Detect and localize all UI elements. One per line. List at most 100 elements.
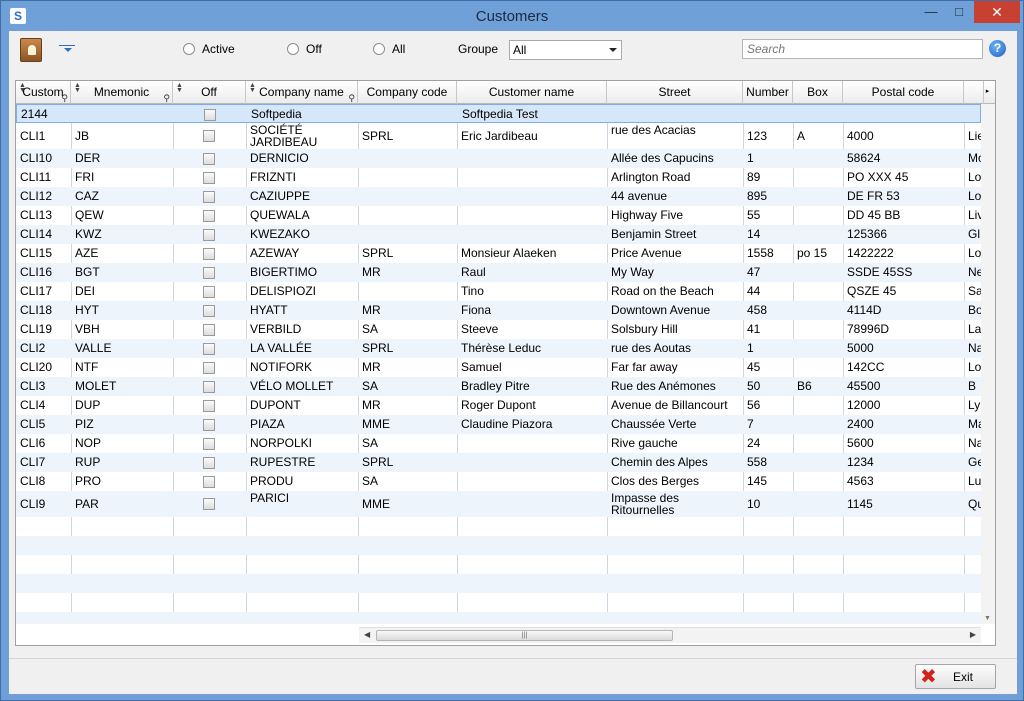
table-row[interactable]: CLI8 PRO PRODU SA Clos des Berges 145 4563 Lu — [16, 472, 981, 491]
off-checkbox[interactable] — [203, 267, 215, 279]
off-checkbox[interactable] — [203, 343, 215, 355]
sort-arrows-icon[interactable]: ▲ ▼ — [249, 82, 256, 94]
exit-label: Exit — [953, 670, 974, 684]
scroll-columns-right-icon[interactable]: ▸ — [980, 82, 995, 102]
off-checkbox[interactable] — [203, 229, 215, 241]
table-row[interactable]: CLI14 KWZ KWEZAKO Benjamin Street 14 125366 Gl — [16, 225, 981, 244]
column-header-postal-code[interactable]: Postal code — [843, 81, 964, 104]
table-row[interactable]: CLI17 DEI DELISPIOZI Tino Road on the Beach 4… — [16, 282, 981, 301]
filter-off-label: Off — [306, 42, 322, 56]
groupe-select[interactable]: All — [509, 40, 622, 60]
table-cell-number: 55 — [747, 208, 761, 222]
vertical-scrollbar[interactable]: ▼ — [981, 104, 995, 624]
column-header-customer-name[interactable]: Customer name — [457, 81, 607, 104]
maximize-button[interactable]: □ — [945, 1, 973, 23]
exit-button[interactable]: ✖ Exit — [915, 664, 996, 689]
radio-circle[interactable] — [183, 43, 195, 55]
table-cell-mnemonic: DUP — [75, 398, 101, 412]
off-checkbox[interactable] — [203, 153, 215, 165]
table-cell-postal-code: 45500 — [847, 379, 881, 393]
table-cell-customer-name: Eric Jardibeau — [461, 129, 538, 143]
table-row[interactable]: CLI13 QEW QUEWALA Highway Five 55 DD 45 BB Liv — [16, 206, 981, 225]
vertical-scroll-track[interactable] — [983, 106, 994, 622]
column-header-off[interactable]: Off ▲ ▼ — [173, 81, 246, 104]
filter-off-radio[interactable]: Off — [287, 41, 322, 57]
column-search-icon[interactable]: ⚲ — [163, 94, 170, 103]
close-button[interactable]: ✕ — [974, 1, 1020, 23]
table-cell-number: 145 — [747, 474, 768, 488]
table-row[interactable]: CLI19 VBH VERBILD SA Steeve Solsbury Hill 41 78… — [16, 320, 981, 339]
table-row[interactable]: CLI9 PAR PARICI MME Impasse des Ritournelles… — [16, 491, 981, 517]
radio-circle[interactable] — [373, 43, 385, 55]
horizontal-scroll-thumb[interactable]: ||| — [376, 630, 673, 641]
table-row[interactable]: CLI4 DUP DUPONT MR Roger Dupont Avenue de Bil… — [16, 396, 981, 415]
table-cell-street: Allée des Capucins — [611, 151, 714, 165]
table-row[interactable]: CLI7 RUP RUPESTRE SPRL Chemin des Alpes 558 12… — [16, 453, 981, 472]
off-checkbox[interactable] — [203, 457, 215, 469]
column-header-box[interactable]: Box — [793, 81, 843, 104]
off-checkbox[interactable] — [204, 109, 216, 121]
off-checkbox[interactable] — [203, 130, 215, 142]
table-cell-street: Arlington Road — [611, 170, 691, 184]
off-checkbox[interactable] — [203, 305, 215, 317]
table-row[interactable]: CLI1 JB SOCIÉTÉ JARDIBEAU SPRL Eric Jardibea… — [16, 123, 981, 149]
off-checkbox[interactable] — [203, 498, 215, 510]
off-checkbox[interactable] — [203, 438, 215, 450]
off-checkbox[interactable] — [203, 172, 215, 184]
table-row[interactable]: CLI15 AZE AZEWAY SPRL Monsieur Alaeken Price … — [16, 244, 981, 263]
table-row[interactable]: CLI10 DER DERNICIO Allée des Capucins 1 58624… — [16, 149, 981, 168]
minimize-button[interactable]: — — [917, 1, 945, 23]
column-header-mnemonic[interactable]: Mnemonic ▲ ▼ ⚲ — [71, 81, 173, 104]
sort-arrows-icon[interactable]: ▲ ▼ — [74, 82, 81, 94]
column-search-icon[interactable]: ⚲ — [348, 94, 355, 103]
address-book-icon[interactable] — [20, 38, 42, 62]
off-checkbox[interactable] — [203, 324, 215, 336]
filter-all-radio[interactable]: All — [373, 41, 405, 57]
radio-circle[interactable] — [287, 43, 299, 55]
table-row[interactable]: CLI6 NOP NORPOLKI SA Rive gauche 24 5600 Na — [16, 434, 981, 453]
column-header-company-name[interactable]: Company name ▲ ▼ ⚲ — [246, 81, 358, 104]
column-header-street[interactable]: Street — [607, 81, 743, 104]
help-icon[interactable]: ? — [989, 40, 1006, 57]
table-row[interactable]: CLI20 NTF NOTIFORK MR Samuel Far far away 45 14… — [16, 358, 981, 377]
search-input[interactable] — [742, 39, 983, 59]
table-row[interactable]: CLI2 VALLE LA VALLÉE SPRL Thérèse Leduc rue d… — [16, 339, 981, 358]
table-row[interactable]: CLI18 HYT HYATT MR Fiona Downtown Avenue 458 41… — [16, 301, 981, 320]
chevron-down-icon[interactable] — [609, 48, 617, 56]
horizontal-scrollbar[interactable]: ◀ ||| ▶ — [359, 627, 981, 643]
table-row[interactable]: CLI11 FRI FRIZNTI Arlington Road 89 PO XXX 45… — [16, 168, 981, 187]
off-checkbox[interactable] — [203, 381, 215, 393]
sort-arrows-icon[interactable]: ▲ ▼ — [19, 82, 26, 94]
off-checkbox[interactable] — [203, 210, 215, 222]
off-checkbox[interactable] — [203, 191, 215, 203]
off-checkbox[interactable] — [203, 248, 215, 260]
grid-body[interactable]: 2144 Softpedia Softpedia Test CLI1 JB SOCIÉTÉ… — [16, 104, 981, 624]
scroll-right-icon[interactable]: ▶ — [970, 630, 976, 639]
scroll-left-icon[interactable]: ◀ — [364, 630, 370, 639]
filter-active-radio[interactable]: Active — [183, 41, 235, 57]
customers-grid[interactable]: Custom ▲ ▼ ⚲ Mnemonic ▲ ▼ ⚲ Off ▲ ▼ Company name ▲ ▼ ⚲… — [15, 80, 996, 646]
table-cell-mnemonic: NOP — [75, 436, 102, 450]
table-cell-company-code: SPRL — [362, 341, 394, 355]
title-bar[interactable]: S Customers — □ ✕ — [1, 1, 1023, 31]
table-cell-postal-code: DE FR 53 — [847, 189, 900, 203]
sort-arrows-icon[interactable]: ▲ ▼ — [176, 82, 183, 94]
table-row[interactable]: CLI5 PIZ PIAZA MME Claudine Piazora Chaussée … — [16, 415, 981, 434]
column-header-customer[interactable]: Custom ▲ ▼ ⚲ — [16, 81, 71, 104]
table-cell-postal-code: 4563 — [847, 474, 874, 488]
off-checkbox[interactable] — [203, 476, 215, 488]
column-header-company-code[interactable]: Company code — [358, 81, 457, 104]
table-row-selected[interactable]: 2144 Softpedia Softpedia Test — [16, 104, 981, 123]
off-checkbox[interactable] — [203, 286, 215, 298]
table-cell-customer-name: Samuel — [461, 360, 502, 374]
toolbar-dropdown-icon[interactable] — [59, 41, 77, 55]
column-search-icon[interactable]: ⚲ — [61, 94, 68, 103]
off-checkbox[interactable] — [203, 400, 215, 412]
table-row[interactable]: CLI12 CAZ CAZIUPPE 44 avenue 895 DE FR 53 Lo — [16, 187, 981, 206]
off-checkbox[interactable] — [203, 362, 215, 374]
table-row[interactable]: CLI3 MOLET VÉLO MOLLET SA Bradley Pitre Rue d… — [16, 377, 981, 396]
off-checkbox[interactable] — [203, 419, 215, 431]
scroll-down-icon[interactable]: ▼ — [984, 615, 991, 622]
table-row[interactable]: CLI16 BGT BIGERTIMO MR Raul My Way 47 SSDE 45SS… — [16, 263, 981, 282]
column-header-number[interactable]: Number — [743, 81, 793, 104]
